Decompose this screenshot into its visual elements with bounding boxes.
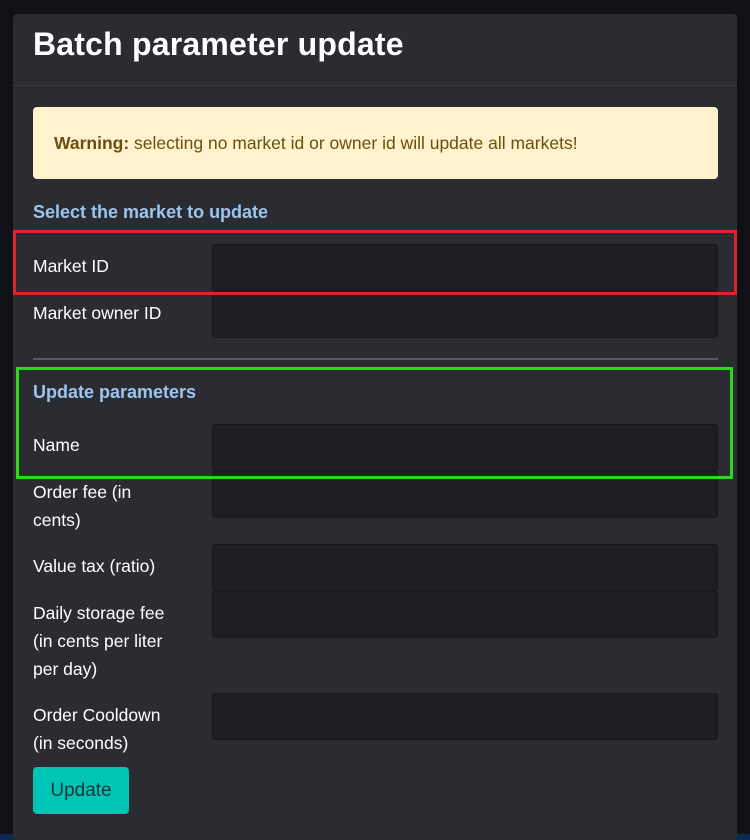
- order-cooldown-label: Order Cooldown (in seconds): [33, 705, 161, 753]
- page-title: Batch parameter update: [33, 26, 404, 62]
- market-owner-id-label: Market owner ID: [33, 303, 162, 323]
- daily-storage-fee-label: Daily storage fee (in cents per liter pe…: [33, 603, 165, 679]
- batch-update-panel: Batch parameter update Warning: selectin…: [13, 14, 737, 840]
- warning-alert: Warning: selecting no market id or owner…: [33, 107, 718, 179]
- order-cooldown-input[interactable]: [212, 693, 718, 740]
- order-fee-input[interactable]: [212, 471, 718, 518]
- warning-text: selecting no market id or owner id will …: [129, 133, 578, 153]
- value-tax-input[interactable]: [212, 544, 718, 591]
- select-market-heading: Select the market to update: [33, 202, 269, 222]
- order-fee-label: Order fee (in cents): [33, 482, 132, 530]
- update-button[interactable]: Update: [33, 767, 129, 814]
- market-owner-id-input[interactable]: [212, 291, 718, 338]
- market-id-label: Market ID: [33, 256, 109, 276]
- name-input[interactable]: [212, 424, 718, 471]
- name-label: Name: [33, 435, 80, 455]
- update-parameters-heading: Update parameters: [33, 382, 197, 402]
- warning-label: Warning:: [54, 133, 130, 153]
- section-divider: [33, 358, 718, 360]
- panel-header: Batch parameter update: [13, 14, 737, 86]
- daily-storage-fee-input[interactable]: [212, 591, 718, 638]
- value-tax-label: Value tax (ratio): [33, 556, 156, 576]
- market-id-input[interactable]: [212, 244, 718, 291]
